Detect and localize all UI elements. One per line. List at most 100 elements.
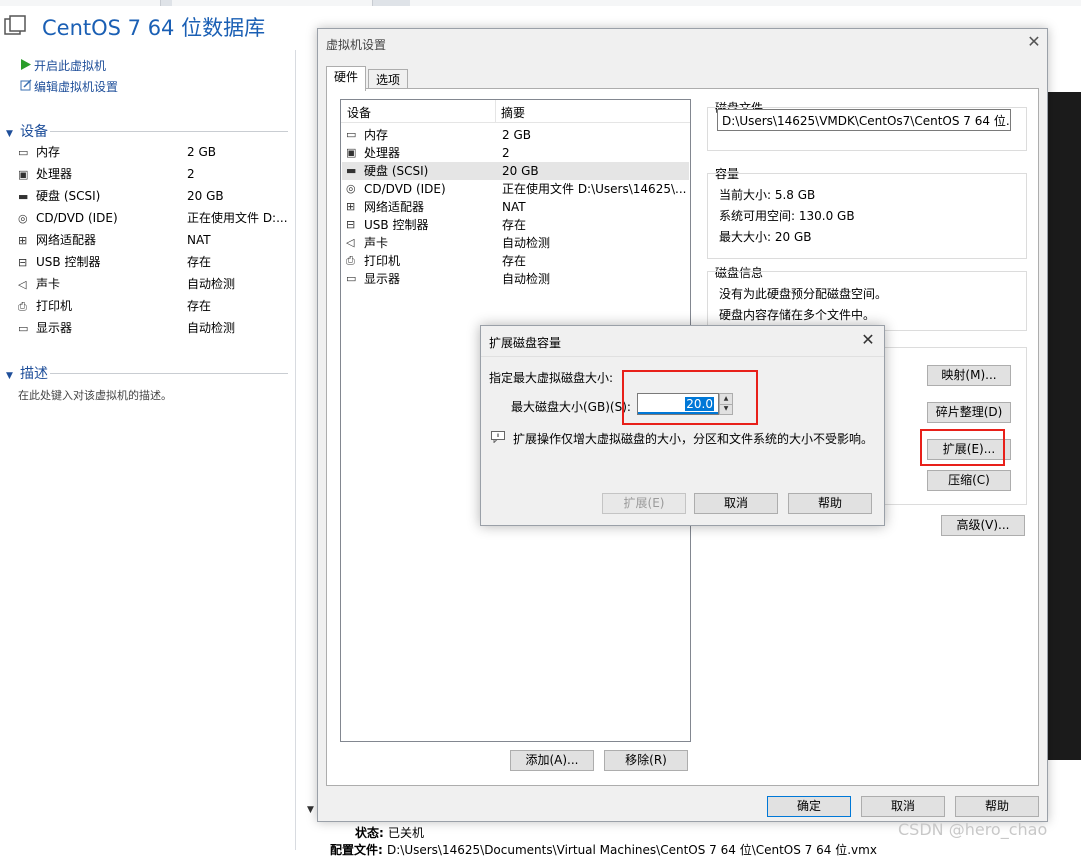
device-summary: 20 GB bbox=[502, 164, 539, 178]
left-device-value: 2 bbox=[187, 167, 195, 181]
expand-confirm-button[interactable]: 扩展(E) bbox=[602, 493, 686, 514]
device-name: CD/DVD (IDE) bbox=[364, 182, 446, 196]
status-line: 状态: 已关机 bbox=[355, 824, 424, 841]
expand-highlight-box bbox=[920, 429, 1005, 466]
device-row-printer[interactable]: ⎙ 打印机 存在 bbox=[342, 252, 689, 270]
help-button[interactable]: 帮助 bbox=[955, 796, 1039, 817]
tab-options[interactable]: 选项 bbox=[368, 69, 409, 90]
column-header-device[interactable]: 设备 bbox=[347, 104, 371, 121]
edit-settings-label: 编辑虚拟机设置 bbox=[34, 80, 119, 94]
close-icon[interactable]: ✕ bbox=[1025, 32, 1043, 51]
left-device-usb[interactable]: ⊟ USB 控制器 存在 bbox=[18, 251, 288, 273]
column-header-summary[interactable]: 摘要 bbox=[501, 104, 525, 121]
config-label: 配置文件: bbox=[330, 843, 383, 857]
device-summary: 自动检测 bbox=[502, 272, 551, 286]
expand-help-button[interactable]: 帮助 bbox=[788, 493, 872, 514]
left-device-display[interactable]: ▭ 显示器 自动检测 bbox=[18, 317, 288, 339]
left-device-memory[interactable]: ▭ 内存 2 GB bbox=[18, 141, 288, 163]
left-device-hard-disk[interactable]: ▬ 硬盘 (SCSI) 20 GB bbox=[18, 185, 288, 207]
description-placeholder[interactable]: 在此处键入对该虚拟机的描述。 bbox=[18, 387, 172, 403]
cd-dvd-icon: ◎ bbox=[346, 182, 356, 195]
devices-heading: 设备 bbox=[20, 124, 48, 140]
device-summary: 2 GB bbox=[502, 128, 531, 142]
top-tab[interactable] bbox=[0, 0, 161, 6]
sound-icon: ◁ bbox=[346, 236, 355, 249]
details-collapse-icon[interactable]: ▼ bbox=[307, 805, 314, 815]
power-on-action[interactable]: 开启此虚拟机 bbox=[20, 57, 106, 74]
device-summary: NAT bbox=[502, 200, 526, 214]
device-row-display[interactable]: ▭ 显示器 自动检测 bbox=[342, 270, 689, 288]
compact-button[interactable]: 压缩(C) bbox=[927, 470, 1011, 491]
left-device-name: 显示器 bbox=[36, 321, 73, 335]
remove-device-button[interactable]: 移除(R) bbox=[604, 750, 688, 771]
collapse-triangle-icon: ▼ bbox=[6, 129, 13, 139]
printer-icon: ⎙ bbox=[346, 254, 355, 267]
config-value: D:\Users\14625\Documents\Virtual Machine… bbox=[387, 843, 877, 857]
power-on-label: 开启此虚拟机 bbox=[34, 59, 107, 73]
section-divider bbox=[50, 373, 288, 374]
defragment-button[interactable]: 碎片整理(D) bbox=[927, 402, 1011, 423]
watermark: CSDN @hero_chao bbox=[898, 820, 1048, 839]
device-row-cd-dvd[interactable]: ◎ CD/DVD (IDE) 正在使用文件 D:\Users\14625\... bbox=[342, 180, 689, 198]
left-device-value: 正在使用文件 D:... bbox=[187, 211, 288, 225]
device-name: 处理器 bbox=[364, 146, 401, 160]
ok-button[interactable]: 确定 bbox=[767, 796, 851, 817]
left-device-printer[interactable]: ⎙ 打印机 存在 bbox=[18, 295, 288, 317]
description-section-header[interactable]: ▼ 描述 bbox=[6, 363, 48, 383]
network-icon: ⊞ bbox=[18, 234, 28, 247]
column-divider[interactable] bbox=[495, 100, 496, 122]
top-tab[interactable] bbox=[172, 0, 373, 6]
left-device-name: USB 控制器 bbox=[36, 255, 101, 269]
close-icon[interactable]: ✕ bbox=[859, 330, 877, 349]
advanced-button[interactable]: 高级(V)... bbox=[941, 515, 1025, 536]
add-device-button[interactable]: 添加(A)... bbox=[510, 750, 594, 771]
left-device-value: NAT bbox=[187, 233, 211, 247]
left-device-value: 2 GB bbox=[187, 145, 216, 159]
device-summary: 正在使用文件 D:\Users\14625\... bbox=[502, 182, 686, 196]
vm-title: CentOS 7 64 位数据库 bbox=[42, 16, 266, 40]
sound-icon: ◁ bbox=[18, 278, 27, 291]
top-tab[interactable] bbox=[410, 0, 1081, 6]
device-row-hard-disk[interactable]: ▬ 硬盘 (SCSI) 20 GB bbox=[342, 162, 689, 180]
device-summary: 存在 bbox=[502, 254, 527, 268]
printer-icon: ⎙ bbox=[18, 300, 27, 313]
cancel-button[interactable]: 取消 bbox=[861, 796, 945, 817]
top-tab-strip bbox=[0, 0, 1081, 6]
device-row-usb[interactable]: ⊟ USB 控制器 存在 bbox=[342, 216, 689, 234]
map-button[interactable]: 映射(M)... bbox=[927, 365, 1011, 386]
expand-cancel-button[interactable]: 取消 bbox=[694, 493, 778, 514]
max-size-label: 最大磁盘大小(GB)(S): bbox=[511, 400, 631, 414]
device-row-network[interactable]: ⊞ 网络适配器 NAT bbox=[342, 198, 689, 216]
device-name: 声卡 bbox=[364, 236, 389, 250]
left-device-cd-dvd[interactable]: ◎ CD/DVD (IDE) 正在使用文件 D:... bbox=[18, 207, 288, 229]
left-device-network[interactable]: ⊞ 网络适配器 NAT bbox=[18, 229, 288, 251]
title-divider bbox=[481, 356, 884, 357]
disk-info-line2: 硬盘内容存储在多个文件中。 bbox=[719, 308, 876, 322]
vm-console-preview bbox=[1046, 92, 1081, 760]
network-icon: ⊞ bbox=[346, 200, 356, 213]
left-device-name: 内存 bbox=[36, 145, 61, 159]
disk-file-path[interactable]: D:\Users\14625\VMDK\CentOs7\CentOS 7 64 … bbox=[717, 109, 1011, 131]
device-row-processor[interactable]: ▣ 处理器 2 bbox=[342, 144, 689, 162]
tab-hardware[interactable]: 硬件 bbox=[326, 66, 367, 91]
memory-icon: ▭ bbox=[18, 146, 29, 159]
device-name: 硬盘 (SCSI) bbox=[364, 164, 429, 178]
disk-info-line1: 没有为此硬盘预分配磁盘空间。 bbox=[719, 287, 888, 301]
left-device-value: 自动检测 bbox=[187, 321, 236, 335]
device-row-sound[interactable]: ◁ 声卡 自动检测 bbox=[342, 234, 689, 252]
info-note-icon bbox=[491, 431, 505, 446]
cd-dvd-icon: ◎ bbox=[18, 212, 28, 225]
status-value: 已关机 bbox=[388, 826, 425, 840]
display-icon: ▭ bbox=[18, 322, 29, 335]
collapse-triangle-icon: ▼ bbox=[6, 371, 13, 381]
device-row-memory[interactable]: ▭ 内存 2 GB bbox=[342, 126, 689, 144]
expand-prompt: 指定最大虚拟磁盘大小: bbox=[489, 371, 614, 385]
devices-section-header[interactable]: ▼ 设备 bbox=[6, 121, 48, 141]
pane-separator[interactable] bbox=[295, 50, 296, 850]
left-device-name: 网络适配器 bbox=[36, 233, 97, 247]
edit-settings-icon bbox=[20, 79, 34, 94]
device-summary: 存在 bbox=[502, 218, 527, 232]
left-device-processor[interactable]: ▣ 处理器 2 bbox=[18, 163, 288, 185]
edit-settings-action[interactable]: 编辑虚拟机设置 bbox=[20, 78, 118, 95]
left-device-sound[interactable]: ◁ 声卡 自动检测 bbox=[18, 273, 288, 295]
